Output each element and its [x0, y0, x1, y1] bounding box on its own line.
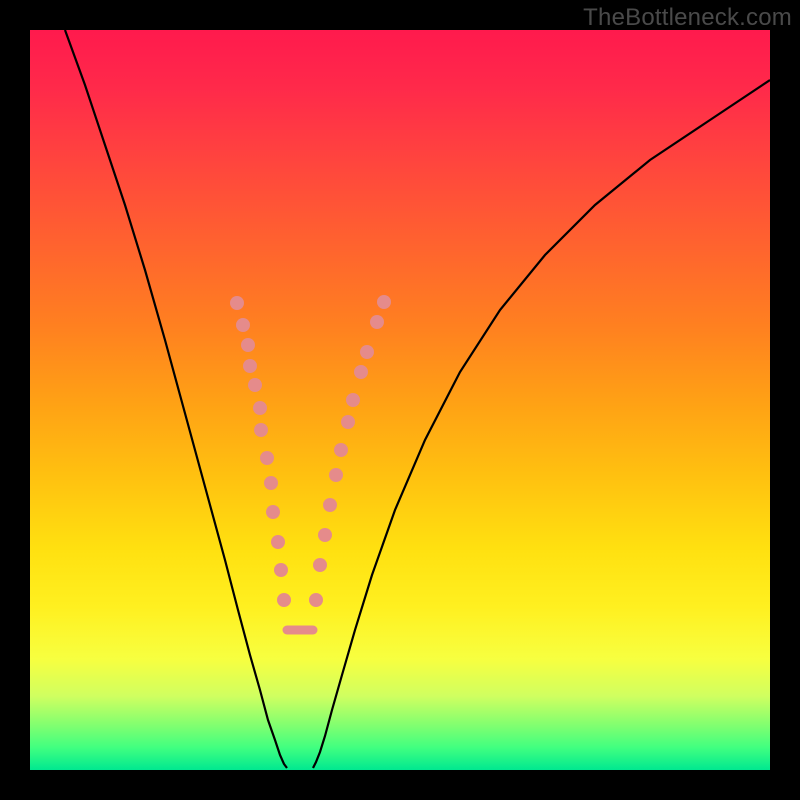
data-point-dot: [334, 443, 348, 457]
data-point-dot: [271, 535, 285, 549]
data-point-dot: [313, 558, 327, 572]
data-point-dot: [354, 365, 368, 379]
data-point-dot: [264, 476, 278, 490]
dots-left-group: [230, 296, 291, 607]
data-point-dot: [309, 593, 323, 607]
data-point-dot: [370, 315, 384, 329]
curve-right: [313, 80, 770, 768]
data-point-dot: [236, 318, 250, 332]
data-point-dot: [260, 451, 274, 465]
data-point-dot: [230, 296, 244, 310]
data-point-dot: [241, 338, 255, 352]
data-point-dot: [329, 468, 343, 482]
data-point-dot: [243, 359, 257, 373]
data-point-dot: [274, 563, 288, 577]
data-point-dot: [248, 378, 262, 392]
data-point-dot: [377, 295, 391, 309]
data-point-dot: [254, 423, 268, 437]
data-point-dot: [253, 401, 267, 415]
data-point-dot: [323, 498, 337, 512]
watermark-text: TheBottleneck.com: [583, 4, 792, 32]
dots-right-group: [309, 295, 391, 607]
chart-frame: [30, 30, 770, 770]
data-point-dot: [360, 345, 374, 359]
data-point-dot: [266, 505, 280, 519]
curve-left: [65, 30, 287, 768]
bottleneck-curve-chart: [30, 30, 770, 770]
data-point-dot: [346, 393, 360, 407]
data-point-dot: [341, 415, 355, 429]
data-point-dot: [318, 528, 332, 542]
data-point-dot: [277, 593, 291, 607]
